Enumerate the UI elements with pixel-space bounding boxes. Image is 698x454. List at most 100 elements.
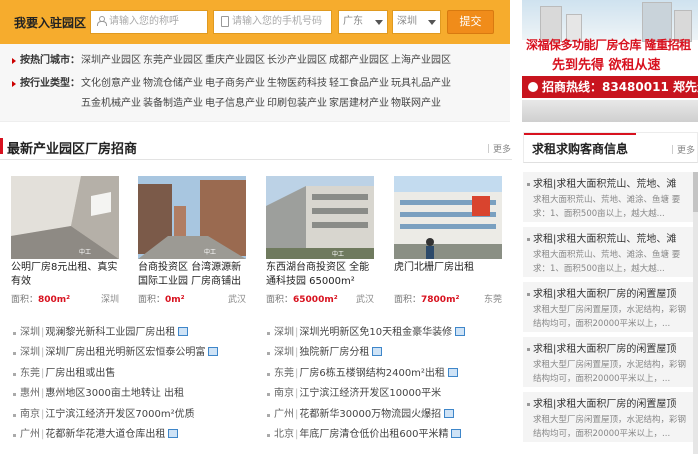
filter-link[interactable]: 玩具礼品产业	[391, 74, 453, 94]
hot-city-links: 深圳产业园区 东莞产业园区 重庆产业园区 长沙产业园区 成都产业园区 上海产业园区	[81, 51, 453, 71]
filter-link[interactable]: 物流仓储产业	[143, 74, 205, 94]
park-card-name[interactable]: 台商投资区 台湾源源新国际工业园 厂房商铺出	[138, 261, 250, 289]
card-city: 武汉	[355, 295, 374, 305]
list-item-city[interactable]: 东莞	[20, 368, 40, 379]
name-input[interactable]: 请输入您的称呼	[90, 10, 208, 34]
area-value: 800m²	[38, 295, 71, 305]
list-item-title[interactable]: 江宁滨江经济开发区7000m²优质	[45, 409, 194, 420]
submit-button[interactable]: 提交	[447, 10, 494, 34]
demand-item[interactable]: 求租|求租大面积荒山、荒地、滩求租大面积荒山、荒地、滩涂、鱼塘 要求：1、面积5…	[523, 172, 695, 222]
filter-link[interactable]: 印刷包装产业	[267, 94, 329, 114]
side-more-link[interactable]: 更多	[672, 143, 695, 156]
filter-link[interactable]: 五金机械产业	[81, 94, 143, 114]
list-item-city[interactable]: 东莞	[274, 368, 294, 379]
list-item-city[interactable]: 深圳	[274, 347, 294, 358]
list-item[interactable]: 东莞|厂房出租或出售	[12, 364, 257, 384]
city-select[interactable]: 深圳	[392, 10, 441, 34]
list-item-title[interactable]: 独院新厂房分租	[299, 347, 369, 358]
demand-item-title[interactable]: 求租|求租大面积厂房的闲置屋顶	[533, 398, 691, 412]
park-card-meta: 面积：0m² 武汉	[138, 292, 246, 305]
phone-input-placeholder: 请输入您的手机号码	[232, 16, 322, 27]
park-card-photo[interactable]: 中工	[138, 176, 246, 259]
list-item-title[interactable]: 厂房6栋五楼钢结构2400m²出租	[299, 368, 445, 379]
list-item-city[interactable]: 北京	[274, 429, 294, 440]
province-select[interactable]: 广东	[338, 10, 388, 34]
filter-link[interactable]: 文化创意产业	[81, 74, 143, 94]
filter-link[interactable]: 重庆产业园区	[205, 51, 267, 71]
list-item-title[interactable]: 深圳光明新区免10天租金豪华装修	[299, 327, 452, 338]
demand-item[interactable]: 求租|求租大面积厂房的闲置屋顶 求租大型厂房闲置屋顶，水泥结构，彩钢结构均可，面积…	[523, 282, 695, 332]
park-card-name[interactable]: 东西湖台商投资区 全能通科技园 65000m²	[266, 261, 378, 289]
park-card-name[interactable]: 公明厂房8元出租、真实有效	[11, 261, 123, 289]
demand-item-title[interactable]: 求租|求租大面积荒山、荒地、滩	[533, 233, 691, 247]
park-list-left: 深圳|观澜黎光新科工业园厂房出租 深圳|深圳厂房出租光明新区宏恒泰公明富 东莞|厂房…	[12, 323, 257, 445]
filter-link[interactable]: 电子信息产业	[205, 94, 267, 114]
park-card-photo[interactable]	[394, 176, 502, 259]
list-item-city[interactable]: 惠州	[20, 388, 40, 399]
city-value: 深圳	[397, 16, 417, 27]
list-item[interactable]: 东莞|厂房6栋五楼钢结构2400m²出租	[266, 364, 511, 384]
scrollbar-thumb[interactable]	[693, 172, 698, 212]
list-item-city[interactable]: 广州	[20, 429, 40, 440]
filter-link[interactable]: 深圳产业园区	[81, 51, 143, 71]
list-item-city[interactable]: 南京	[20, 409, 40, 420]
separator: |	[41, 428, 45, 440]
list-item[interactable]: 广州|花都新华30000万物流园火爆招	[266, 405, 511, 425]
filter-link[interactable]: 电子商务产业	[205, 74, 267, 94]
list-item-city[interactable]: 深圳	[20, 327, 40, 338]
filter-link[interactable]: 轻工食品产业	[329, 74, 391, 94]
svg-text:中工: 中工	[79, 248, 91, 256]
list-item-title[interactable]: 花都新华30000万物流园火爆招	[299, 409, 441, 420]
park-card-photo[interactable]: 中工	[11, 176, 119, 259]
list-item-title[interactable]: 惠州地区3000亩土地转让 出租	[45, 388, 184, 399]
list-item[interactable]: 深圳|观澜黎光新科工业园厂房出租	[12, 323, 257, 343]
demand-item-title[interactable]: 求租|求租大面积厂房的闲置屋顶	[533, 343, 691, 357]
phone-input[interactable]: 请输入您的手机号码	[213, 10, 332, 34]
side-scrollbar[interactable]	[693, 172, 698, 454]
list-item-city[interactable]: 南京	[274, 388, 294, 399]
demand-item[interactable]: 求租|求租大面积厂房的闲置屋顶 求租大型厂房闲置屋顶，水泥结构，彩钢结构均可，面积…	[523, 337, 695, 387]
list-item[interactable]: 北京|年底厂房清仓低价出租600平米精	[266, 425, 511, 445]
demand-item[interactable]: 求租|求租大面积厂房的闲置屋顶 求租大型厂房闲置屋顶，水泥结构，彩钢结构均可，面积…	[523, 392, 695, 442]
separator: |	[295, 327, 299, 338]
card-city: 深圳	[100, 295, 119, 305]
separator: |	[41, 388, 45, 400]
list-item-title[interactable]: 江宁滨江经济开发区10000平米	[299, 388, 441, 399]
image-icon	[444, 408, 455, 418]
list-item-city[interactable]: 广州	[274, 409, 294, 420]
more-link[interactable]: 更多	[488, 142, 511, 155]
list-item-title[interactable]: 年底厂房清仓低价出租600平米精	[299, 429, 448, 440]
demand-item-title[interactable]: 求租|求租大面积厂房的闲置屋顶	[533, 288, 691, 302]
list-item-city[interactable]: 深圳	[274, 327, 294, 338]
demand-item-title[interactable]: 求租|求租大面积荒山、荒地、滩	[533, 178, 691, 192]
filter-link[interactable]: 生物医药科技	[267, 74, 329, 94]
promo-banner[interactable]: 深福保多功能厂房仓库 隆重招租 先到先得 欲租从速 招商热线：83480011 …	[522, 0, 698, 122]
list-item-city[interactable]: 深圳	[20, 347, 40, 358]
park-card-meta: 面积：65000m² 武汉	[266, 292, 374, 305]
list-item-title[interactable]: 观澜黎光新科工业园厂房出租	[45, 327, 175, 338]
list-item[interactable]: 南京|江宁滨江经济开发区7000m²优质	[12, 405, 257, 425]
filter-link[interactable]: 装备制造产业	[143, 94, 205, 114]
list-item-title[interactable]: 花都新华花港大道仓库出租	[45, 429, 165, 440]
park-card-name[interactable]: 虎门北栅厂房出租	[394, 261, 506, 289]
filter-link[interactable]: 东莞产业园区	[143, 51, 205, 71]
list-item[interactable]: 南京|江宁滨江经济开发区10000平米	[266, 384, 511, 404]
filter-link[interactable]: 成都产业园区	[329, 51, 391, 71]
demand-item[interactable]: 求租|求租大面积荒山、荒地、滩 求租大面积荒山、荒地、滩涂、鱼塘 要求：1、面积5…	[523, 227, 695, 277]
park-card-photo[interactable]: 中工	[266, 176, 374, 259]
demand-item-desc: 求租大面积荒山、荒地、滩涂、鱼塘 要求：1、面积500亩以上，越大越...	[533, 195, 681, 219]
list-item[interactable]: 广州|花都新华花港大道仓库出租	[12, 425, 257, 445]
list-item[interactable]: 惠州|惠州地区3000亩土地转让 出租	[12, 384, 257, 404]
area-label: 面积：	[266, 295, 294, 305]
filter-link[interactable]: 上海产业园区	[391, 51, 453, 71]
filter-link[interactable]: 长沙产业园区	[267, 51, 329, 71]
list-item[interactable]: 深圳|独院新厂房分租	[266, 343, 511, 363]
filter-link[interactable]: 物联网产业	[391, 94, 453, 114]
banner-hotline-text: 招商热线：83480011 郑先生	[542, 80, 698, 94]
list-item[interactable]: 深圳|深圳厂房出租光明新区宏恒泰公明富	[12, 343, 257, 363]
park-list-right: 深圳|深圳光明新区免10天租金豪华装修 深圳|独院新厂房分租 东莞|厂房6栋五楼钢结…	[266, 323, 511, 445]
filter-link[interactable]: 家居建材产业	[329, 94, 391, 114]
list-item-title[interactable]: 厂房出租或出售	[45, 368, 115, 379]
list-item-title[interactable]: 深圳厂房出租光明新区宏恒泰公明富	[45, 347, 205, 358]
list-item[interactable]: 深圳|深圳光明新区免10天租金豪华装修	[266, 323, 511, 343]
